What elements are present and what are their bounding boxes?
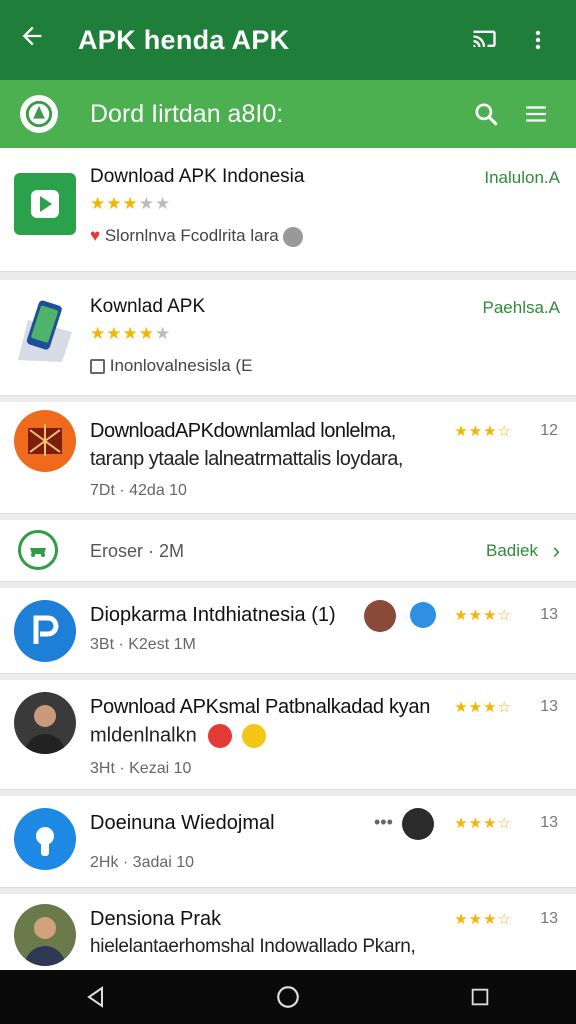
item-title: Pownload APKsmal Patbnalkadad kyan: [90, 696, 431, 718]
item-title: Eroser · 2M: [90, 541, 185, 561]
phone-app-icon: [14, 296, 76, 362]
item-title: Densiona Prak: [90, 908, 222, 930]
list-item[interactable]: Doeinuna Wiedojmal ••• 2Hk · 3adai 10 ★★…: [0, 796, 576, 888]
info-icon: [283, 226, 304, 247]
page-title: APK henda APK: [78, 24, 290, 55]
app-list: Download APK Indonesia Inalulon.A ★★★★★ …: [0, 148, 576, 970]
cast-icon[interactable]: [464, 20, 504, 60]
star-rating: ★★★☆: [454, 815, 512, 832]
item-title: Diopkarma Intdhiatnesia (1): [90, 604, 336, 626]
item-line2: hielelantaerhomshal Indowallado Pkarn,: [90, 936, 416, 957]
list-item[interactable]: Eroser · 2M Badiek ›: [0, 520, 576, 582]
list-item[interactable]: Download APK Indonesia Inalulon.A ★★★★★ …: [0, 148, 576, 272]
list-item[interactable]: DownloadAPKdownlamlad lonlelma, taranp y…: [0, 402, 576, 514]
rating-value: 13: [540, 910, 558, 927]
more-vert-icon[interactable]: [518, 20, 558, 60]
nav-back-icon[interactable]: [66, 975, 126, 1019]
star-rating: ★★★☆: [454, 423, 512, 440]
list-item[interactable]: Densiona Prak hielelantaerhomshal Indowa…: [0, 894, 576, 970]
app-icon: [14, 808, 76, 870]
heart-icon: ♥: [90, 226, 101, 245]
app-bar: APK henda APK: [0, 0, 576, 80]
system-nav-bar: [0, 970, 576, 1024]
item-developer-link[interactable]: Paehlsa.A: [483, 298, 561, 318]
rating-value: 12: [540, 422, 558, 439]
rating-value: 13: [540, 698, 558, 715]
user-avatar: [14, 692, 76, 754]
star-rating: ★★★☆: [454, 607, 512, 624]
star-rating: ★★★★★: [90, 324, 172, 343]
search-icon[interactable]: [466, 94, 506, 134]
more-horiz-icon[interactable]: •••: [374, 812, 393, 833]
arrow-left-icon[interactable]: [18, 22, 58, 58]
list-item[interactable]: Kownlad APK Paehlsa.A ★★★★★ Inonlovalnes…: [0, 280, 576, 396]
user-avatar: [402, 808, 434, 840]
nav-recents-icon[interactable]: [450, 975, 510, 1019]
menu-icon[interactable]: [516, 94, 556, 134]
item-title: Doeinuna Wiedojmal: [90, 812, 275, 834]
item-sub-text: Inonlovalnesisla (E: [109, 356, 253, 375]
nav-home-icon[interactable]: [258, 975, 318, 1019]
app-icon: [14, 410, 76, 472]
item-title: DownloadAPKdownlamlad lonlelma,: [90, 420, 396, 442]
item-meta: 3Bt · K2est 1M: [90, 636, 196, 653]
store-logo-icon: [20, 95, 58, 133]
rating-value: 13: [540, 814, 558, 831]
item-title: Download APK Indonesia: [90, 166, 305, 187]
item-link[interactable]: Badiek: [486, 541, 538, 561]
browser-icon: [18, 530, 58, 570]
item-meta: 2Hk · 3adai 10: [90, 854, 195, 871]
item-subtitle: Inonlovalnesisla (E: [90, 356, 252, 376]
app-badge-icon: [208, 724, 233, 748]
star-rating: ★★★★★: [90, 194, 172, 213]
search-bar: Dord Iirtdan a8I0:: [0, 80, 576, 148]
list-item[interactable]: Pownload APKsmal Patbnalkadad kyan mlden…: [0, 680, 576, 790]
list-item[interactable]: Diopkarma Intdhiatnesia (1) 3Bt · K2est …: [0, 588, 576, 674]
star-rating: ★★★☆: [454, 911, 512, 928]
item-line2: taranp ytaale lalneatrmattalis loydara,: [90, 448, 403, 470]
user-avatar: [14, 904, 76, 966]
item-meta: 3Ht · Kezai 10: [90, 760, 192, 777]
item-line2-text: mldenlnalkn: [90, 724, 197, 747]
rating-value: 13: [540, 606, 558, 623]
user-avatar: [364, 600, 396, 632]
checkbox-icon: [90, 359, 105, 375]
item-subtitle: ♥ Slornlnva Fcodlrita lara: [90, 226, 304, 247]
star-rating: ★★★☆: [454, 699, 512, 716]
item-title: Kownlad APK: [90, 296, 206, 317]
item-developer-link[interactable]: Inalulon.A: [484, 168, 560, 188]
item-line2: mldenlnalkn: [90, 724, 266, 748]
chevron-right-icon[interactable]: ›: [553, 538, 560, 564]
play-app-icon: [14, 173, 76, 235]
message-icon: [410, 602, 436, 628]
app-icon: [14, 600, 76, 662]
item-sub-text: Slornlnva Fcodlrita lara: [104, 226, 279, 245]
emoji-icon: [241, 724, 266, 748]
item-meta: 7Dt · 42da 10: [90, 482, 187, 499]
search-query[interactable]: Dord Iirtdan a8I0:: [90, 100, 456, 129]
